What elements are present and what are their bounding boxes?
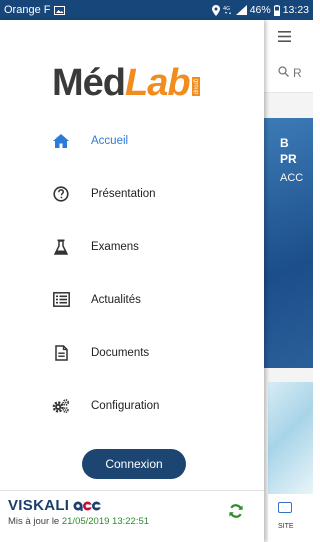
banner-subtitle: ACC xyxy=(280,172,304,185)
card-image xyxy=(268,382,313,494)
last-update-text: Mis à jour le 21/05/2019 13:22:51 xyxy=(8,516,264,527)
search-icon xyxy=(278,65,289,80)
brand-name: VISKALI xyxy=(8,497,70,514)
flask-icon xyxy=(52,238,70,256)
menu-item-presentation[interactable]: Présentation xyxy=(0,167,264,220)
connexion-button[interactable]: Connexion xyxy=(82,449,186,479)
home-icon xyxy=(52,132,70,150)
gallery-icon xyxy=(54,5,66,15)
logo-text-lab: Lab xyxy=(125,62,191,104)
menu-label-configuration: Configuration xyxy=(91,399,160,412)
menu-item-documents[interactable]: Documents xyxy=(0,326,264,379)
home-banner[interactable]: B PR ACC xyxy=(264,118,313,368)
refresh-icon[interactable] xyxy=(228,503,244,519)
gears-icon xyxy=(52,397,70,415)
banner-line-2: PR xyxy=(280,151,297,166)
viskali-acc-logo: VISKALI xyxy=(8,497,264,514)
drawer-footer: VISKALI Mis à jour le 21/05/2019 13:22:5… xyxy=(0,490,264,542)
menu-item-configuration[interactable]: Configuration xyxy=(0,379,264,432)
search-bar[interactable]: R xyxy=(264,53,313,93)
menu-label-documents: Documents xyxy=(91,346,150,359)
newspaper-icon xyxy=(52,291,70,309)
menu-item-accueil[interactable]: Accueil xyxy=(0,114,264,167)
update-prefix: Mis à jour le xyxy=(8,516,62,527)
menu-label-presentation: Présentation xyxy=(91,187,156,200)
location-icon xyxy=(211,4,220,16)
card-type-icon xyxy=(278,502,292,513)
brand-suffix xyxy=(73,499,102,512)
clock: 13:23 xyxy=(282,4,309,16)
data-icon: 4G xyxy=(223,5,233,15)
update-date: 21/05/2019 13:22:51 xyxy=(61,516,150,527)
logo-text-med: Méd xyxy=(52,62,126,104)
background-app: R B PR ACC SITE xyxy=(264,20,313,542)
drawer-menu: Accueil Présentation Examens Actualités … xyxy=(0,114,264,432)
medlab-logo: Méd Lab group xyxy=(52,52,222,102)
hamburger-menu-icon[interactable] xyxy=(264,20,313,53)
battery-icon xyxy=(273,4,280,16)
search-placeholder: R xyxy=(293,65,302,80)
logo-group-tag: group xyxy=(191,76,200,96)
navigation-drawer: Méd Lab group Accueil Présentation Exame… xyxy=(0,20,264,542)
svg-text:4G: 4G xyxy=(223,6,230,12)
status-bar: Orange F 4G 46% 13:23 xyxy=(0,0,313,20)
menu-label-actualites: Actualités xyxy=(91,293,141,306)
document-icon xyxy=(52,344,70,362)
question-circle-icon xyxy=(52,185,70,203)
battery-percent: 46% xyxy=(249,4,271,16)
news-card[interactable]: SITE xyxy=(268,382,313,542)
menu-item-actualites[interactable]: Actualités xyxy=(0,273,264,326)
carrier-label: Orange F xyxy=(4,4,51,16)
menu-label-accueil: Accueil xyxy=(91,134,129,147)
signal-icon xyxy=(235,5,247,15)
card-text: SITE xyxy=(278,523,294,530)
banner-line-1: B xyxy=(280,136,289,150)
menu-item-examens[interactable]: Examens xyxy=(0,220,264,273)
menu-label-examens: Examens xyxy=(91,240,139,253)
